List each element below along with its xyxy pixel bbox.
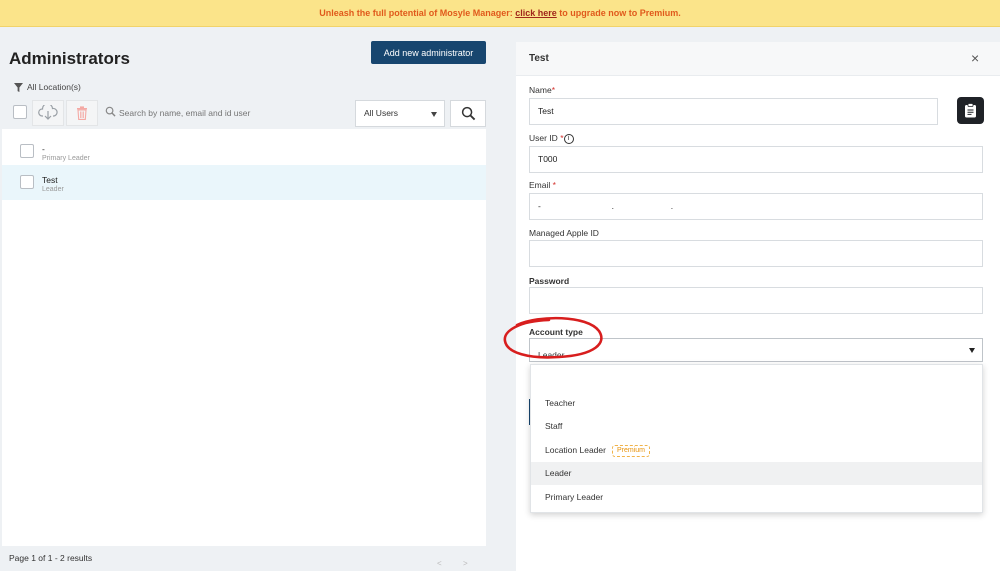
download-icon	[38, 105, 58, 120]
row-checkbox[interactable]	[20, 144, 34, 158]
userid-field[interactable]: T000	[529, 146, 983, 173]
next-page-button[interactable]: >	[463, 559, 468, 568]
detail-title: Test	[529, 53, 549, 64]
administrator-detail-panel: Test × Name* Test User ID * i T000 Email …	[516, 42, 1000, 571]
info-icon[interactable]: i	[563, 133, 574, 144]
user-type-select-value: All Users	[364, 108, 399, 118]
premium-badge: Premium	[611, 444, 650, 457]
search-icon	[461, 106, 475, 121]
prev-page-button[interactable]: <	[437, 559, 442, 568]
row-role: Leader	[42, 186, 64, 193]
required-mark: *	[551, 85, 555, 95]
list-toolbar: All Users	[9, 100, 487, 127]
location-filter-label: All Location(s)	[27, 82, 81, 92]
administrators-list: - Primary Leader Test Leader	[2, 129, 486, 546]
apple-id-label: Managed Apple ID	[529, 228, 599, 238]
list-item[interactable]: - Primary Leader	[2, 134, 486, 169]
annotation-circle	[503, 316, 603, 359]
row-role: Primary Leader	[42, 155, 90, 162]
password-label: Password	[529, 276, 569, 286]
pagination-summary: Page 1 of 1 - 2 results	[9, 553, 93, 563]
add-administrator-button[interactable]: Add new administrator	[371, 41, 486, 64]
account-type-dropdown: Teacher Staff Location Leader Premium Lea…	[530, 364, 983, 513]
name-label-text: Name	[529, 85, 552, 95]
clipboard-icon	[965, 103, 976, 118]
option-primary-leader[interactable]: Primary Leader	[531, 486, 982, 509]
userid-label: User ID * i	[529, 133, 574, 144]
email-field[interactable]: - . .	[529, 193, 983, 220]
caret-down-icon	[969, 348, 975, 353]
option-teacher[interactable]: Teacher	[531, 392, 982, 415]
user-type-select[interactable]: All Users	[355, 100, 445, 127]
email-label: Email *	[529, 180, 556, 190]
search-input[interactable]	[119, 104, 349, 122]
name-label: Name*	[529, 85, 555, 95]
password-field[interactable]	[529, 287, 983, 314]
trash-icon	[77, 106, 87, 120]
banner-link[interactable]: click here	[515, 8, 557, 18]
email-label-text: Email	[529, 180, 551, 190]
option-staff[interactable]: Staff	[531, 415, 982, 438]
download-button[interactable]	[32, 100, 64, 126]
search-icon	[105, 106, 116, 117]
delete-button[interactable]	[66, 100, 98, 126]
password-label-text: Password	[529, 276, 570, 286]
banner-text-suffix: to upgrade now to Premium.	[556, 8, 681, 18]
name-field[interactable]: Test	[529, 98, 938, 125]
option-location-leader[interactable]: Location Leader Premium	[531, 439, 982, 462]
userid-label-text: User ID	[529, 133, 558, 143]
option-leader[interactable]: Leader	[531, 462, 982, 485]
row-name: Test	[42, 175, 58, 185]
filter-icon	[14, 82, 23, 92]
banner-text: Unleash the full potential of Mosyle Man…	[319, 8, 516, 18]
detail-header: Test ×	[516, 42, 1000, 76]
clipboard-button[interactable]	[957, 97, 984, 124]
apple-id-field[interactable]	[529, 240, 983, 267]
option-location-leader-label: Location Leader	[545, 445, 606, 455]
list-item[interactable]: Test Leader	[2, 165, 486, 200]
location-filter[interactable]: All Location(s)	[14, 82, 81, 92]
required-mark: *	[552, 180, 556, 190]
page-title: Administrators	[9, 49, 130, 68]
search-button[interactable]	[450, 100, 486, 127]
close-icon[interactable]: ×	[971, 51, 979, 65]
row-checkbox[interactable]	[20, 175, 34, 189]
row-name: -	[42, 144, 45, 154]
caret-down-icon	[431, 112, 437, 117]
select-all-checkbox[interactable]	[13, 105, 27, 119]
upgrade-banner: Unleash the full potential of Mosyle Man…	[0, 0, 1000, 27]
